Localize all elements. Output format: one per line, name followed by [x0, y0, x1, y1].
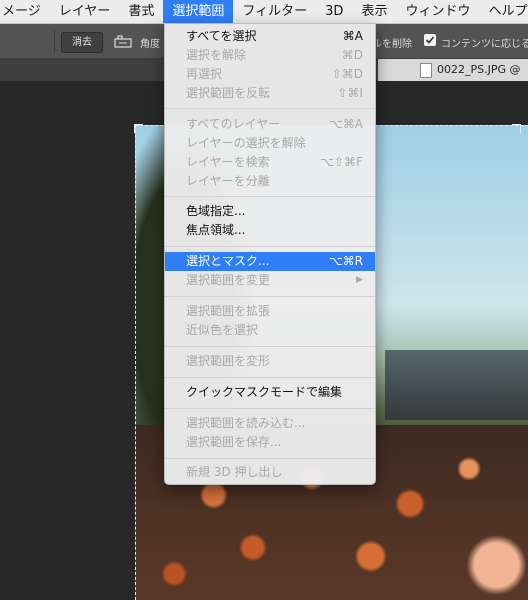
menu-bar: メージ レイヤー 書式 選択範囲 フィルター 3D 表示 ウィンドウ ヘルプ	[0, 0, 528, 24]
menubar-item-image[interactable]: メージ	[0, 0, 50, 23]
crop-handle-top-right[interactable]	[512, 124, 521, 133]
menubar-item-view[interactable]: 表示	[352, 0, 396, 23]
menu-item-label: 再選択	[186, 67, 223, 81]
content-aware-label: コンテンツに応じる	[441, 39, 528, 50]
menu-item-shortcut: ⌥⇧⌘F	[320, 155, 363, 169]
menu-item-grow[interactable]: 選択範囲を拡張	[165, 302, 375, 321]
menu-separator	[165, 108, 375, 109]
menu-item-shortcut: ⌘D	[341, 48, 363, 62]
menu-item-select-and-mask[interactable]: 選択とマスク... ⌥⌘R	[165, 252, 375, 271]
menu-item-label: 色域指定...	[186, 204, 246, 218]
menu-item-shortcut: ⌘A	[342, 29, 363, 43]
menu-item-isolate-layers[interactable]: レイヤーを分離	[165, 172, 375, 191]
options-divider	[54, 30, 55, 52]
menu-separator	[165, 408, 375, 409]
menubar-item-help[interactable]: ヘルプ	[479, 0, 528, 23]
menu-item-focus-area[interactable]: 焦点領域...	[165, 221, 375, 240]
menubar-item-filter[interactable]: フィルター	[233, 0, 316, 23]
menu-item-find-layers[interactable]: レイヤーを検索 ⌥⇧⌘F	[165, 153, 375, 172]
menubar-item-select[interactable]: 選択範囲	[163, 0, 234, 23]
menu-item-similar[interactable]: 近似色を選択	[165, 321, 375, 340]
menubar-item-3d[interactable]: 3D	[316, 0, 352, 23]
menu-item-label: クイックマスクモードで編集	[186, 385, 343, 399]
menu-item-quick-mask[interactable]: クイックマスクモードで編集	[165, 383, 375, 402]
select-menu-dropdown: すべてを選択 ⌘A 選択を解除 ⌘D 再選択 ⇧⌘D 選択範囲を反転 ⇧⌘I す…	[164, 23, 376, 485]
document-tab[interactable]: 0022_PS.JPG @	[378, 59, 528, 81]
menu-item-label: 選択範囲を反転	[186, 86, 271, 100]
menu-item-label: すべてを選択	[186, 29, 257, 43]
menu-item-label: 選択範囲を拡張	[186, 304, 271, 318]
menu-separator	[165, 246, 375, 247]
menubar-item-type[interactable]: 書式	[119, 0, 163, 23]
menu-item-label: 焦点領域...	[186, 223, 246, 237]
menu-item-label: レイヤーを検索	[186, 155, 270, 169]
checkmark-icon	[425, 36, 435, 44]
menu-item-shortcut: ⇧⌘D	[331, 67, 363, 81]
clear-button[interactable]: 消去	[61, 32, 103, 53]
menu-item-shortcut: ⌥⌘R	[328, 254, 363, 268]
menu-separator	[165, 458, 375, 459]
menu-item-shortcut: ⌥⌘A	[328, 117, 363, 131]
menu-item-modify[interactable]: 選択範囲を変更 ▶	[165, 271, 375, 290]
menu-separator	[165, 346, 375, 347]
straighten-icon[interactable]	[114, 34, 132, 48]
menu-item-label: 近似色を選択	[186, 323, 259, 337]
menu-item-transform-selection[interactable]: 選択範囲を変形	[165, 352, 375, 371]
menu-item-deselect[interactable]: 選択を解除 ⌘D	[165, 46, 375, 65]
menu-item-label: 選択とマスク...	[186, 254, 270, 268]
menubar-item-layer[interactable]: レイヤー	[50, 0, 120, 23]
menu-item-shortcut: ⇧⌘I	[337, 86, 363, 100]
menubar-item-window[interactable]: ウィンドウ	[396, 0, 479, 23]
menu-item-label: すべてのレイヤー	[186, 117, 281, 131]
menu-item-label: 選択範囲を変形	[186, 354, 271, 368]
menu-item-deselect-layers[interactable]: レイヤーの選択を解除	[165, 134, 375, 153]
angle-label: 角度	[140, 39, 160, 50]
menu-item-new-3d-extrusion[interactable]: 新規 3D 押し出し	[165, 463, 375, 482]
menu-item-save-selection[interactable]: 選択範囲を保存...	[165, 433, 375, 452]
menu-item-label: レイヤーを分離	[186, 174, 270, 188]
menu-item-label: 選択を解除	[186, 48, 247, 62]
menu-item-select-all[interactable]: すべてを選択 ⌘A	[165, 27, 375, 46]
document-icon	[420, 63, 432, 78]
crop-handle-top-left[interactable]	[134, 124, 143, 133]
menu-item-reselect[interactable]: 再選択 ⇧⌘D	[165, 65, 375, 84]
menu-item-load-selection[interactable]: 選択範囲を読み込む...	[165, 414, 375, 433]
menu-item-label: レイヤーの選択を解除	[186, 136, 306, 150]
menu-item-label: 選択範囲を読み込む...	[186, 416, 306, 430]
submenu-arrow-icon: ▶	[356, 275, 363, 285]
menu-separator	[165, 296, 375, 297]
content-aware-checkbox[interactable]	[424, 34, 436, 46]
menu-separator	[165, 196, 375, 197]
menu-separator	[165, 377, 375, 378]
menu-item-label: 選択範囲を変更	[186, 273, 271, 287]
menu-item-all-layers[interactable]: すべてのレイヤー ⌥⌘A	[165, 115, 375, 134]
menu-item-label: 選択範囲を保存...	[186, 435, 282, 449]
delete-cropped-label: ルを削除	[372, 39, 412, 50]
menu-item-color-range[interactable]: 色域指定...	[165, 202, 375, 221]
menu-item-label: 新規 3D 押し出し	[186, 465, 283, 479]
document-tab-title: 0022_PS.JPG @	[437, 63, 521, 76]
menu-item-inverse[interactable]: 選択範囲を反転 ⇧⌘I	[165, 84, 375, 103]
